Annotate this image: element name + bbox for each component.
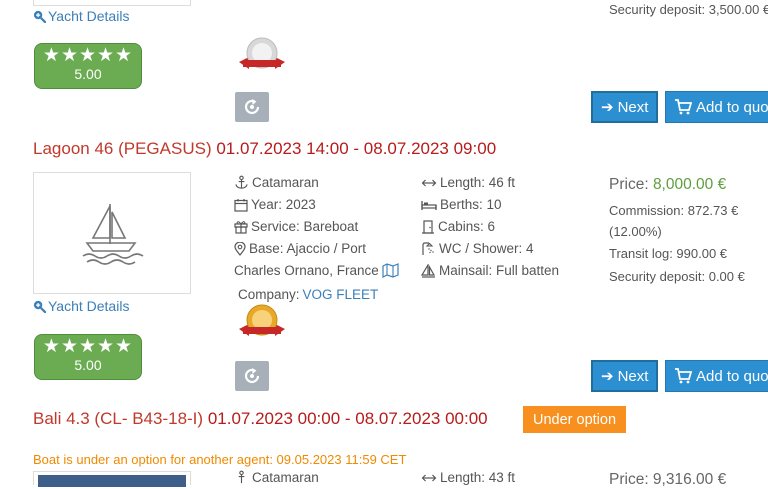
- award-seal-icon: [239, 37, 285, 69]
- rating-badge-top: ★★★★★ 5.00: [34, 43, 142, 89]
- cart-icon: [675, 368, 692, 384]
- price-label: Price:: [609, 176, 649, 193]
- spec-type-value: Catamaran: [252, 175, 319, 190]
- sailboat-icon: [82, 204, 144, 265]
- refresh-icon: [244, 99, 260, 115]
- listing-title-2[interactable]: Bali 4.3 (CL- B43-18-I) 01.07.2023 00:00…: [33, 409, 488, 429]
- next-label: Next: [617, 367, 649, 385]
- cart-icon: [675, 99, 692, 115]
- spec-type-value-2: Catamaran: [252, 470, 319, 485]
- length-arrows-icon: [421, 474, 437, 481]
- arrow-right-icon: ➔: [601, 368, 614, 385]
- listing-title[interactable]: Lagoon 46 (PEGASUS) 01.07.2023 14:00 - 0…: [33, 139, 496, 159]
- security-deposit-top: Security deposit: 3,500.00 €: [609, 2, 768, 17]
- spec-base-line2: Charles Ornano, France: [234, 263, 379, 278]
- spec-cabins-value: Cabins: 6: [438, 219, 496, 234]
- yacht-thumbnail[interactable]: [33, 172, 191, 294]
- spec-wc: WC / Shower: 4: [421, 241, 534, 256]
- transit-log: Transit log: 990.00 €: [609, 246, 728, 261]
- yacht-details-link[interactable]: Yacht Details: [33, 298, 129, 314]
- add-to-quote-label: Add to quote: [696, 98, 768, 116]
- next-label: Next: [617, 98, 649, 116]
- add-to-quote-button[interactable]: Add to quote: [665, 360, 768, 392]
- sync-icon-button-top[interactable]: [235, 92, 269, 122]
- award-seal-icon: [239, 304, 285, 336]
- spec-year: Year: 2023: [234, 197, 316, 212]
- security-deposit: Security deposit: 0.00 €: [609, 269, 745, 284]
- commission-percent: (12.00%): [609, 224, 662, 239]
- spec-cabins: Cabins: 6: [421, 219, 495, 234]
- spec-mainsail-value: Mainsail: Full batten: [439, 263, 560, 278]
- company-label: Company:: [238, 287, 300, 302]
- commission: Commission: 872.73 €: [609, 203, 739, 218]
- spec-year-value: Year: 2023: [251, 197, 316, 212]
- spec-length: Length: 46 ft: [421, 175, 515, 190]
- rating-stars: ★★★★★: [42, 45, 134, 66]
- yacht-details-label: Yacht Details: [48, 298, 130, 314]
- yacht-details-link-top[interactable]: Yacht Details: [33, 8, 129, 24]
- anchor-icon: [238, 470, 245, 484]
- spec-length-value-2: Length: 43 ft: [440, 470, 516, 485]
- next-button[interactable]: ➔ Next: [591, 360, 659, 392]
- spec-type-2: Catamaran: [234, 470, 319, 485]
- charter-dates: 01.07.2023 14:00 - 08.07.2023 09:00: [216, 139, 497, 158]
- rating-stars: ★★★★★: [42, 336, 134, 357]
- map-icon[interactable]: [382, 263, 399, 278]
- gift-icon: [234, 220, 248, 234]
- spec-company: Company: VOG FLEET: [238, 287, 378, 302]
- spec-base-cont: Charles Ornano, France: [234, 263, 399, 278]
- price-2: Price: 9,316.00 €: [609, 471, 727, 488]
- thumbnail-frame-top: [33, 0, 191, 6]
- refresh-icon: [244, 368, 260, 384]
- under-option-badge: Under option: [523, 406, 627, 433]
- spec-mainsail: Mainsail: Full batten: [421, 263, 559, 278]
- yacht-thumbnail-2[interactable]: [33, 471, 191, 487]
- add-to-quote-label: Add to quote: [696, 367, 768, 385]
- calendar-icon: [234, 198, 248, 212]
- spec-service-value: Service: Bareboat: [251, 219, 359, 234]
- spec-length-value: Length: 46 ft: [440, 175, 516, 190]
- company-link[interactable]: VOG FLEET: [303, 287, 379, 302]
- rating-badge: ★★★★★ 5.00: [34, 334, 142, 380]
- anchor-icon: [235, 175, 248, 189]
- spec-base: Base: Ajaccio / Port: [234, 241, 366, 256]
- magnifier-plus-icon: [33, 300, 46, 313]
- spec-length-2: Length: 43 ft: [421, 470, 515, 485]
- spec-type: Catamaran: [234, 175, 319, 190]
- spec-berths: Berths: 10: [421, 197, 502, 212]
- charter-dates-2: 01.07.2023 00:00 - 08.07.2023 00:00: [207, 409, 488, 428]
- yacht-name-2: Bali 4.3 (CL- B43-18-I): [33, 409, 204, 428]
- length-arrows-icon: [421, 179, 437, 186]
- option-notice: Boat is under an option for another agen…: [33, 452, 407, 467]
- rating-value: 5.00: [74, 357, 102, 373]
- magnifier-plus-icon: [33, 10, 46, 23]
- add-to-quote-button-top[interactable]: Add to quote: [665, 91, 768, 123]
- yacht-name: Lagoon 46 (PEGASUS): [33, 139, 212, 158]
- spec-service: Service: Bareboat: [234, 219, 358, 234]
- spec-berths-value: Berths: 10: [440, 197, 502, 212]
- spec-wc-value: WC / Shower: 4: [439, 241, 534, 256]
- door-icon: [422, 219, 434, 234]
- price: Price: 8,000.00 €: [609, 176, 726, 194]
- map-pin-icon: [234, 241, 246, 256]
- shower-icon: [422, 241, 434, 255]
- price-value: 8,000.00 €: [652, 176, 727, 193]
- sync-icon-button[interactable]: [235, 361, 269, 391]
- next-button-top[interactable]: ➔ Next: [591, 91, 659, 123]
- arrow-right-icon: ➔: [601, 99, 614, 116]
- yacht-details-label: Yacht Details: [48, 8, 130, 24]
- rating-value: 5.00: [74, 66, 102, 82]
- spec-base-line1: Base: Ajaccio / Port: [249, 241, 367, 256]
- sail-icon: [421, 263, 436, 278]
- bed-icon: [421, 200, 437, 210]
